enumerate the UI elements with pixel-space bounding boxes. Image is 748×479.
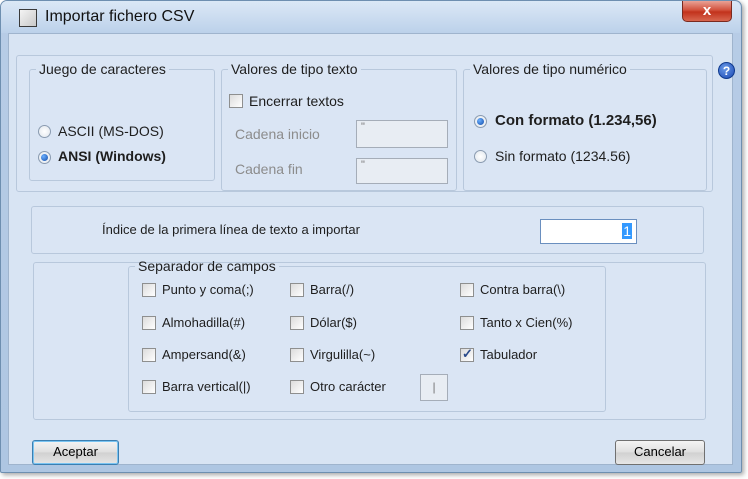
sep-ampersand-checkbox[interactable]: [142, 348, 156, 362]
charset-option-ascii: ASCII (MS-DOS): [58, 123, 164, 139]
end-string-input[interactable]: ": [356, 158, 448, 184]
sep-dollar-checkbox[interactable]: [290, 316, 304, 330]
cancel-button[interactable]: Cancelar: [615, 440, 705, 465]
numeric-radio-unformatted[interactable]: [474, 150, 487, 163]
app-icon: [19, 9, 37, 27]
sep-backslash-checkbox[interactable]: [460, 283, 474, 297]
text-values-group-label: Valores de tipo texto: [231, 61, 358, 77]
end-string-label: Cadena fin: [235, 161, 303, 177]
sep-hash-label: Almohadilla(#): [162, 315, 246, 330]
sep-percent-checkbox[interactable]: [460, 316, 474, 330]
sep-other-input[interactable]: |: [420, 374, 448, 401]
sep-tilde-checkbox[interactable]: [290, 348, 304, 362]
enclose-texts-label: Encerrar textos: [249, 93, 344, 109]
charset-option-ansi: ANSI (Windows): [58, 148, 166, 164]
sep-dollar-label: Dólar($): [310, 315, 357, 330]
numeric-option-unformatted: Sin formato (1234.56): [495, 148, 631, 164]
sep-semicolon-label: Punto y coma(;): [162, 282, 254, 297]
sep-tab-checkbox[interactable]: [460, 346, 474, 362]
start-string-input[interactable]: ": [356, 120, 448, 148]
sep-pipe-label: Barra vertical(|): [162, 379, 251, 394]
sep-other-checkbox[interactable]: [290, 380, 304, 394]
first-line-label: Índice de la primera línea de texto a im…: [102, 222, 360, 237]
numeric-radio-formatted[interactable]: [474, 115, 487, 128]
numeric-option-formatted: Con formato (1.234,56): [495, 112, 657, 129]
window-title: Importar fichero CSV: [45, 8, 195, 25]
charset-radio-ascii[interactable]: [38, 125, 51, 138]
sep-hash-checkbox[interactable]: [142, 316, 156, 330]
first-line-value: 1: [622, 223, 632, 239]
enclose-texts-checkbox[interactable]: [229, 94, 243, 108]
sep-tilde-label: Virgulilla(~): [310, 347, 376, 362]
charset-group-label: Juego de caracteres: [39, 61, 166, 77]
numeric-values-group-label: Valores de tipo numérico: [473, 61, 627, 77]
accept-button[interactable]: Aceptar: [32, 440, 119, 465]
sep-percent-label: Tanto x Cien(%): [480, 315, 573, 330]
start-string-label: Cadena inicio: [235, 126, 320, 142]
help-icon[interactable]: ?: [718, 62, 735, 79]
separators-group-label: Separador de campos: [138, 258, 276, 274]
close-button[interactable]: x: [682, 1, 732, 22]
sep-slash-label: Barra(/): [310, 282, 355, 297]
charset-radio-ansi[interactable]: [38, 151, 51, 164]
sep-tab-label: Tabulador: [480, 347, 538, 362]
sep-pipe-checkbox[interactable]: [142, 380, 156, 394]
sep-slash-checkbox[interactable]: [290, 283, 304, 297]
first-line-input[interactable]: 1: [540, 219, 637, 244]
sep-backslash-label: Contra barra(\): [480, 282, 566, 297]
sep-other-label: Otro carácter: [310, 379, 386, 394]
sep-ampersand-label: Ampersand(&): [162, 347, 246, 362]
sep-semicolon-checkbox[interactable]: [142, 283, 156, 297]
